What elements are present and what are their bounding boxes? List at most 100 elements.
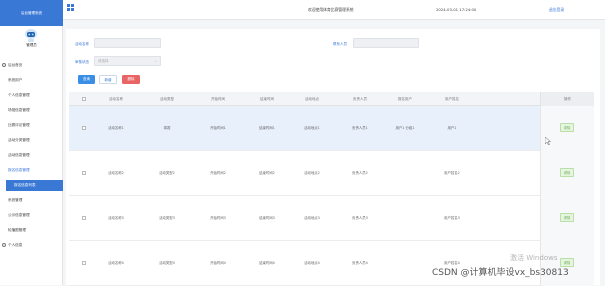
chevron-down-icon: ⌄	[154, 59, 157, 63]
select-all-checkbox[interactable]	[82, 97, 86, 101]
sidebar-item-label: 报名信息列表	[14, 183, 36, 187]
op-header: 操作	[540, 92, 594, 106]
sidebar-item-label: 比赛评论管理	[8, 123, 30, 127]
sidebar-menu: 后台首页 系统用户 个人信息管理 场馆信息管理 比赛评论管理 活动分类管理 活动信息管理 报名…	[0, 58, 63, 253]
detail-button[interactable]: 详情	[560, 213, 574, 222]
detail-button[interactable]: 详情	[560, 168, 574, 177]
contact-label: 联系人员	[333, 42, 347, 46]
sidebar-item-label: 活动信息管理	[8, 153, 30, 157]
row-checkbox[interactable]	[82, 261, 86, 265]
mouse-cursor-icon	[545, 137, 551, 145]
detail-button[interactable]: 详情	[560, 123, 574, 132]
table-cell: 活动类型2	[159, 171, 175, 175]
table-cell: 活动类型3	[159, 216, 175, 220]
table-cell: 活动地点2	[304, 171, 320, 175]
user-icon	[2, 243, 6, 247]
table-cell: 负责人员1	[352, 126, 368, 130]
brand-title: 后台管理系统	[0, 0, 63, 26]
table-cell: 开始时间1	[210, 126, 226, 130]
op-cell: 详情	[540, 241, 594, 286]
sidebar-item-label: 报名信息管理	[8, 168, 30, 172]
table-cell: 活动地点3	[304, 216, 320, 220]
sidebar-item-label: 轮播图管理	[8, 228, 26, 232]
search-button[interactable]: 查询	[78, 75, 95, 84]
sidebar-item[interactable]: 公示信息管理	[0, 208, 63, 223]
activity-name-label: 活动名称	[75, 42, 89, 46]
header-title: 欢迎使用体育比赛管理系统	[308, 7, 354, 12]
review-status-value: 请选择	[98, 59, 109, 63]
table-cell: 用户姓名4	[444, 261, 460, 265]
review-status-select[interactable]: 请选择 ⌄	[94, 56, 161, 66]
table-cell: 球赛	[163, 126, 171, 130]
table-cell: 用户1 分组1	[395, 126, 415, 130]
sidebar-item[interactable]: 报名信息管理	[0, 163, 63, 178]
sidebar-item[interactable]: 报名信息列表	[6, 180, 63, 191]
table-cell: 活动地点1	[304, 126, 320, 130]
sidebar-item[interactable]: 场馆信息管理	[0, 103, 63, 118]
column-header: 报名用户	[398, 97, 412, 101]
add-button[interactable]: 新增	[99, 75, 117, 84]
table-cell: 结束时间3	[259, 216, 275, 220]
sidebar-item-label: 系统管理	[8, 198, 23, 202]
table-cell: 活动名称4	[108, 261, 124, 265]
op-cell: 详情	[540, 151, 594, 196]
table-cell: 负责人员3	[352, 216, 368, 220]
column-header: 活动地点	[305, 97, 319, 101]
contact-input[interactable]	[353, 38, 419, 48]
table-cell: 活动地点4	[304, 261, 320, 265]
table-cell	[380, 196, 430, 241]
table-row[interactable]: 活动名称3 活动类型3 开始时间3 结束时间3 活动地点3 负责人员3 用户姓名3 详情	[69, 196, 594, 241]
table-row[interactable]: 活动名称1 球赛 开始时间1 结束时间1 活动地点1 负责人员1 用户1 分组1 用户1 详情	[69, 106, 594, 151]
sidebar-item-label: 活动分类管理	[8, 138, 30, 142]
sidebar-item-label: 场馆信息管理	[8, 108, 30, 112]
sidebar-item-label: 公示信息管理	[8, 213, 30, 217]
table-cell: 用户姓名3	[444, 216, 460, 220]
table-cell: 开始时间2	[210, 171, 226, 175]
sidebar-item-label: 系统用户	[8, 78, 23, 82]
table-cell: 活动类型4	[159, 261, 175, 265]
sidebar-item[interactable]: 系统管理	[0, 193, 63, 208]
column-header: 开始时间	[211, 97, 225, 101]
row-checkbox[interactable]	[82, 171, 86, 175]
row-checkbox[interactable]	[82, 216, 86, 220]
sidebar-item-label: 后台首页	[8, 63, 23, 67]
sidebar-item-label: 个人信息管理	[8, 93, 30, 97]
menu-grid-icon[interactable]	[67, 4, 74, 11]
sidebar-item[interactable]: 后台首页	[0, 58, 63, 73]
sidebar-item[interactable]: 活动分类管理	[0, 133, 63, 148]
sidebar-item[interactable]: 系统用户	[0, 73, 63, 88]
sidebar-item[interactable]: 活动信息管理	[0, 148, 63, 163]
main-content: 活动名称 联系人员 审核状态 请选择 ⌄ 查询 新增 删除 活动名称 活动类型 开始…	[66, 29, 600, 286]
sidebar-item[interactable]: 比赛评论管理	[0, 118, 63, 133]
table-cell	[380, 151, 430, 196]
table-cell: 结束时间1	[259, 126, 275, 130]
table-cell	[380, 241, 430, 286]
sidebar-item[interactable]: 轮播图管理	[0, 223, 63, 238]
row-checkbox[interactable]	[82, 126, 86, 130]
table-cell: 活动名称1	[108, 126, 124, 130]
activity-name-input[interactable]	[94, 38, 161, 48]
column-header: 活动名称	[109, 97, 123, 101]
table-cell: 用户1	[447, 126, 457, 130]
table-row[interactable]: 活动名称2 活动类型2 开始时间2 结束时间2 活动地点2 负责人员2 用户姓名2 详情	[69, 151, 594, 196]
sidebar-item[interactable]: 个人信息	[0, 238, 63, 253]
sidebar-item-label: 个人信息	[8, 243, 23, 247]
op-cell: 详情	[540, 196, 594, 241]
home-icon	[2, 63, 6, 67]
column-header: 用户姓名	[445, 97, 459, 101]
user-name: 管理员	[26, 43, 37, 47]
sidebar-item[interactable]: 个人信息管理	[0, 88, 63, 103]
table-cell: 用户姓名2	[444, 171, 460, 175]
column-header: 活动类型	[160, 97, 174, 101]
table-header: 活动名称 活动类型 开始时间 结束时间 活动地点 负责人员 报名用户 用户姓名 操作	[69, 92, 594, 106]
logout-link[interactable]: 退出登录	[549, 7, 564, 13]
table-row[interactable]: 活动名称4 活动类型4 开始时间4 结束时间4 活动地点4 负责人员4 用户姓名4 详情	[69, 241, 594, 286]
delete-button[interactable]: 删除	[122, 75, 140, 84]
table-cell: 负责人员4	[352, 261, 368, 265]
table-cell: 负责人员2	[352, 171, 368, 175]
top-header: 欢迎使用体育比赛管理系统 2024-03-01 17:24:00 退出登录	[63, 0, 605, 20]
robot-avatar-icon	[25, 29, 37, 42]
table-cell: 结束时间2	[259, 171, 275, 175]
table-cell: 结束时间4	[259, 261, 275, 265]
sidebar: 后台管理系统 管理员 后台首页系统用户个人信息管理 场馆信息管理 比赛评论管理 活动分…	[0, 0, 63, 285]
